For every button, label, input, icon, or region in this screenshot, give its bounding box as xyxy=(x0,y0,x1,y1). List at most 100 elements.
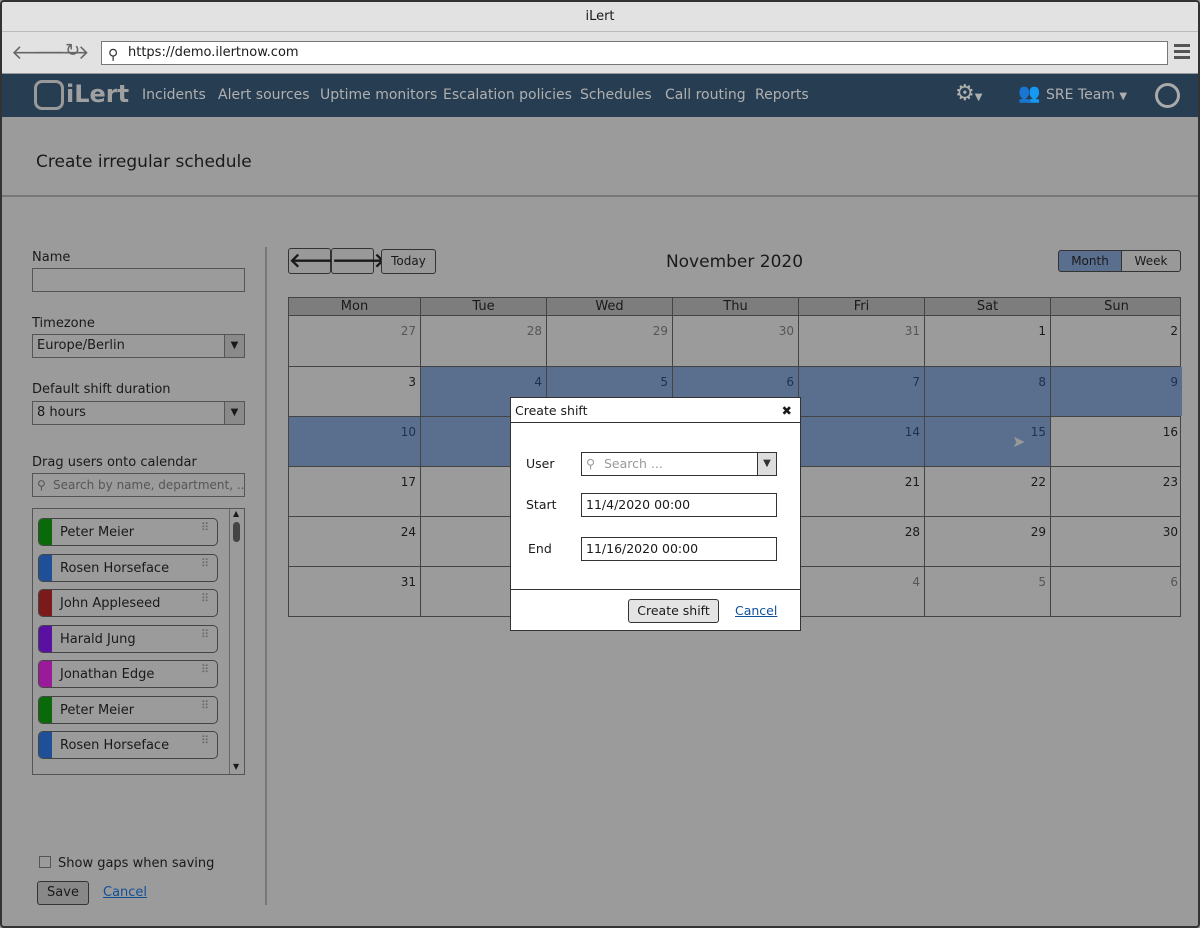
create-shift-button[interactable]: Create shift xyxy=(628,599,719,623)
start-label: Start xyxy=(526,497,557,512)
user-list: Peter Meier ⠿ Rosen Horseface ⠿ John Applese… xyxy=(32,508,245,775)
show-gaps-label: Show gaps when saving xyxy=(58,856,215,871)
calendar-day[interactable]: 28 xyxy=(798,517,924,566)
drag-handle-icon[interactable]: ⠿ xyxy=(201,593,211,604)
browser-menu-icon[interactable] xyxy=(1174,44,1190,62)
nav-call-routing[interactable]: Call routing xyxy=(665,87,746,103)
browser-window: iLert 🡐 🡒 ↻ ⚲ https://demo.ilertnow.com i… xyxy=(0,0,1200,928)
user-color-bar xyxy=(39,554,52,581)
user-account-icon[interactable] xyxy=(1155,83,1180,108)
weekday-wed: Wed xyxy=(546,298,672,316)
calendar-day[interactable]: 29 xyxy=(546,316,672,366)
user-list-item[interactable]: Peter Meier ⠿ xyxy=(38,695,218,724)
timezone-select[interactable]: Europe/Berlin ▼ xyxy=(32,334,245,358)
calendar-day[interactable]: 8 xyxy=(924,367,1050,416)
calendar-day[interactable]: 30 xyxy=(1050,517,1182,566)
today-button[interactable]: Today xyxy=(381,249,436,274)
calendar-day[interactable]: 24 xyxy=(289,517,420,566)
page-title: Create irregular schedule xyxy=(36,152,252,172)
calendar-day[interactable]: 30 xyxy=(672,316,798,366)
calendar-day[interactable]: 10 xyxy=(289,417,420,466)
next-month-button[interactable]: 🡒 xyxy=(331,248,386,274)
calendar-day[interactable]: 4 xyxy=(798,567,924,616)
save-button[interactable]: Save xyxy=(37,881,89,905)
calendar-day[interactable]: 28 xyxy=(420,316,546,366)
drag-handle-icon[interactable]: ⠿ xyxy=(201,629,211,640)
nav-alert-sources[interactable]: Alert sources xyxy=(218,87,310,103)
view-week-tab[interactable]: Week xyxy=(1121,250,1181,272)
search-icon: ⚲ xyxy=(37,478,46,492)
nav-incidents[interactable]: Incidents xyxy=(142,87,206,103)
user-list-item[interactable]: Rosen Horseface ⠿ xyxy=(38,553,218,582)
calendar-day[interactable]: 3 xyxy=(289,367,420,416)
weekday-tue: Tue xyxy=(420,298,546,316)
calendar-day[interactable]: 2 xyxy=(1050,316,1182,366)
calendar-day[interactable]: 31 xyxy=(289,567,420,616)
view-month-tab[interactable]: Month xyxy=(1058,250,1122,272)
dialog-cancel-link[interactable]: Cancel xyxy=(735,603,777,618)
calendar-day[interactable]: 7 xyxy=(798,367,924,416)
scroll-thumb[interactable] xyxy=(233,522,240,542)
calendar-day[interactable]: 9 xyxy=(1050,367,1182,416)
user-name: John Appleseed xyxy=(60,596,161,611)
calendar-day[interactable]: 27 xyxy=(289,316,420,366)
calendar-day[interactable]: 1 xyxy=(924,316,1050,366)
calendar-week: 27 28 29 30 31 1 2 xyxy=(289,316,1180,366)
settings-gear-icon[interactable]: ⚙▼ xyxy=(955,81,982,106)
address-bar-area: 🡐 🡒 ↻ ⚲ https://demo.ilertnow.com xyxy=(2,32,1198,74)
weekday-thu: Thu xyxy=(672,298,798,316)
chevron-down-icon[interactable]: ▼ xyxy=(757,453,776,475)
logo[interactable]: iLert xyxy=(34,80,129,110)
calendar-day[interactable]: 5 xyxy=(924,567,1050,616)
close-icon[interactable]: ✖ xyxy=(782,398,792,423)
scroll-up-icon[interactable]: ▲ xyxy=(233,509,239,518)
calendar-day[interactable]: 22 xyxy=(924,467,1050,516)
duration-select[interactable]: 8 hours ▼ xyxy=(32,401,245,425)
calendar-day[interactable]: 17 xyxy=(289,467,420,516)
forward-icon[interactable]: 🡒 xyxy=(36,40,90,64)
user-name: Peter Meier xyxy=(60,702,135,718)
start-input[interactable]: 11/4/2020 00:00 xyxy=(581,493,777,517)
name-input[interactable] xyxy=(32,268,245,292)
calendar-day[interactable]: 21 xyxy=(798,467,924,516)
user-list-item[interactable]: Jonathan Edge ⠿ xyxy=(38,660,218,688)
user-select[interactable]: ⚲ Search ... ▼ xyxy=(581,452,777,476)
drag-handle-icon[interactable]: ⠿ xyxy=(201,700,211,711)
show-gaps-checkbox[interactable] xyxy=(39,856,51,868)
drag-handle-icon[interactable]: ⠿ xyxy=(201,735,211,746)
arrow-right-icon: 🡒 xyxy=(332,248,386,272)
cancel-link[interactable]: Cancel xyxy=(103,885,147,900)
url-input[interactable]: ⚲ https://demo.ilertnow.com xyxy=(101,41,1168,65)
user-search-input[interactable]: ⚲ Search by name, department, ... xyxy=(32,473,245,497)
user-list-item[interactable]: John Appleseed ⠿ xyxy=(38,589,218,617)
user-list-item[interactable]: Peter Meier ⠿ xyxy=(38,518,218,546)
nav-schedules[interactable]: Schedules xyxy=(580,87,652,103)
team-selector[interactable]: SRE Team ▼ xyxy=(1046,87,1127,103)
user-list-scrollbar[interactable]: ▲ ▼ xyxy=(229,509,244,774)
month-title: November 2020 xyxy=(665,252,804,272)
user-list-item[interactable]: Harald Jung ⠿ xyxy=(38,624,218,653)
calendar-day[interactable]: 23 xyxy=(1050,467,1182,516)
timezone-label: Timezone xyxy=(32,316,95,331)
drag-handle-icon[interactable]: ⠿ xyxy=(201,664,211,675)
calendar-day[interactable]: 6 xyxy=(1050,567,1182,616)
nav-reports[interactable]: Reports xyxy=(755,87,809,103)
user-list-item[interactable]: Rosen Horseface ⠿ xyxy=(38,731,218,759)
nav-uptime-monitors[interactable]: Uptime monitors xyxy=(320,87,437,103)
end-label: End xyxy=(528,541,552,556)
scroll-down-icon[interactable]: ▼ xyxy=(233,762,239,771)
nav-escalation-policies[interactable]: Escalation policies xyxy=(443,87,572,103)
calendar-day[interactable]: 31 xyxy=(798,316,924,366)
drag-handle-icon[interactable]: ⠿ xyxy=(201,558,211,569)
calendar-day[interactable]: 14 xyxy=(798,417,924,466)
divider xyxy=(265,247,267,905)
weekday-sun: Sun xyxy=(1050,298,1182,316)
calendar-day[interactable]: 15 xyxy=(924,417,1050,466)
prev-month-button[interactable]: 🡐 xyxy=(288,248,343,274)
drag-handle-icon[interactable]: ⠿ xyxy=(201,522,211,533)
calendar-day[interactable]: 29 xyxy=(924,517,1050,566)
calendar-day[interactable]: 16 xyxy=(1050,417,1182,466)
end-input[interactable]: 11/16/2020 00:00 xyxy=(581,537,777,561)
user-color-bar xyxy=(39,590,52,616)
reload-icon[interactable]: ↻ xyxy=(65,40,80,61)
